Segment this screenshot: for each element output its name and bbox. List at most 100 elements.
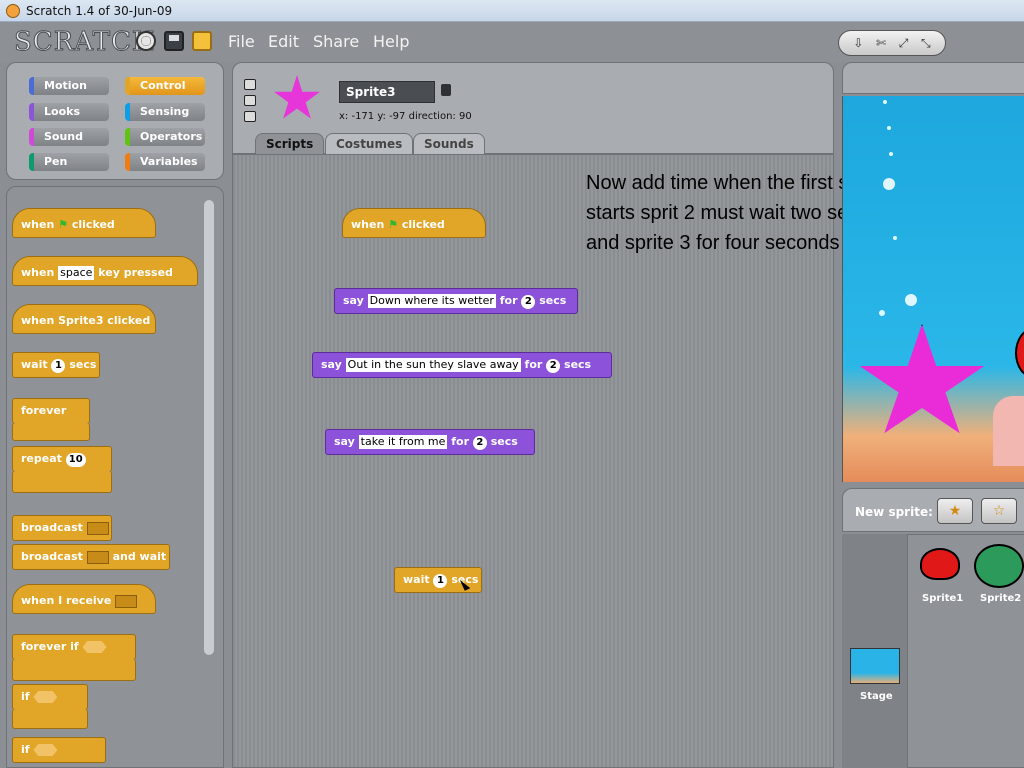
stage[interactable] xyxy=(842,96,1024,482)
green-flag-icon: ⚑ xyxy=(388,218,399,231)
sprite2-thumbnail[interactable] xyxy=(974,544,1024,588)
sprite-name-field[interactable]: Sprite3 xyxy=(339,81,435,103)
rotation-flip-icon[interactable] xyxy=(244,95,256,106)
script-say-block-2[interactable]: say Out in the sun they slave away for 2… xyxy=(312,352,612,378)
category-variables[interactable]: Variables xyxy=(125,153,205,171)
when-key-pressed-block[interactable]: when space key pressed xyxy=(12,256,198,286)
wait-secs-block[interactable]: wait 1 secs xyxy=(12,352,100,378)
if-block[interactable]: if xyxy=(12,684,88,710)
window-titlebar: Scratch 1.4 of 30-Jun-09 xyxy=(0,0,1024,22)
broadcast-block[interactable]: broadcast xyxy=(12,515,112,541)
block-label: when xyxy=(21,266,55,279)
say-text-input[interactable]: Down where its wetter xyxy=(367,294,496,308)
condition-slot[interactable] xyxy=(33,691,58,703)
duplicate-tool-icon[interactable]: ⇩ xyxy=(853,36,863,50)
category-motion[interactable]: Motion xyxy=(29,77,109,95)
block-label: if xyxy=(21,690,30,703)
delete-scissors-icon[interactable]: ✄ xyxy=(876,36,886,50)
repeat-block[interactable]: repeat 10 xyxy=(12,446,112,472)
menu-file[interactable]: File xyxy=(228,32,255,51)
condition-slot[interactable] xyxy=(82,641,107,653)
broadcast-dropdown[interactable] xyxy=(86,521,109,535)
script-when-flag-clicked[interactable]: when ⚑ clicked xyxy=(342,208,486,238)
category-pen[interactable]: Pen xyxy=(29,153,109,171)
grow-tool-icon[interactable]: ⤢ xyxy=(899,36,909,51)
forever-if-block-bottom xyxy=(12,659,136,681)
key-dropdown[interactable]: space xyxy=(58,266,95,280)
block-label: clicked xyxy=(71,218,115,231)
save-disk-icon[interactable] xyxy=(164,31,184,51)
repeat-input[interactable]: 10 xyxy=(65,453,86,467)
block-label: say xyxy=(334,435,355,448)
block-label: for xyxy=(451,435,470,448)
script-say-block-3[interactable]: say take it from me for 2 secs xyxy=(325,429,535,455)
when-i-receive-block[interactable]: when I receive xyxy=(12,584,156,614)
new-sprite-label: New sprite: xyxy=(855,505,933,519)
bubble xyxy=(887,126,891,130)
if-block-bottom xyxy=(12,709,88,729)
say-secs-input[interactable]: 2 xyxy=(472,436,487,450)
tab-costumes[interactable]: Costumes xyxy=(325,133,414,155)
lock-icon[interactable] xyxy=(441,84,451,96)
category-control[interactable]: Control xyxy=(125,77,205,95)
bubble xyxy=(883,178,895,190)
script-say-block-1[interactable]: say Down where its wetter for 2 secs xyxy=(334,288,578,314)
broadcast-and-wait-block[interactable]: broadcast and wait xyxy=(12,544,170,570)
block-label: repeat xyxy=(21,452,62,465)
wait-input[interactable]: 1 xyxy=(51,359,66,373)
bubble xyxy=(893,236,897,240)
tab-scripts[interactable]: Scripts xyxy=(255,133,325,155)
category-sound[interactable]: Sound xyxy=(29,128,109,146)
say-text-input[interactable]: Out in the sun they slave away xyxy=(345,358,521,372)
scratch-logo: SCRATCH xyxy=(14,27,156,58)
menu-help[interactable]: Help xyxy=(373,32,409,51)
sprite1-label: Sprite1 xyxy=(922,593,964,604)
language-globe-icon[interactable] xyxy=(136,31,156,51)
say-secs-input[interactable]: 2 xyxy=(546,359,561,373)
block-label: key pressed xyxy=(98,266,173,279)
wait-input[interactable]: 1 xyxy=(433,574,448,588)
category-operators[interactable]: Operators xyxy=(125,128,205,146)
coral xyxy=(993,396,1024,466)
block-label: when xyxy=(351,218,385,231)
menu-edit[interactable]: Edit xyxy=(268,32,299,51)
stage-thumbnail[interactable] xyxy=(850,648,900,684)
block-label: secs xyxy=(564,358,592,371)
block-label: broadcast xyxy=(21,521,83,534)
broadcast-wait-dropdown[interactable] xyxy=(86,550,109,564)
if-else-block[interactable]: if xyxy=(12,737,106,763)
say-text-input[interactable]: take it from me xyxy=(358,435,448,449)
sprite1-thumbnail[interactable] xyxy=(920,548,960,580)
shrink-tool-icon[interactable]: ⤡ xyxy=(921,36,931,51)
category-looks[interactable]: Looks xyxy=(29,103,109,121)
when-sprite-clicked-block[interactable]: when Sprite3 clicked xyxy=(12,304,156,334)
block-label: secs xyxy=(69,358,97,371)
sprite-coordinates: x: -171 y: -97 direction: 90 xyxy=(339,111,472,122)
tab-sounds[interactable]: Sounds xyxy=(413,133,485,155)
script-wait-block[interactable]: wait 1 secs xyxy=(394,567,482,593)
when-flag-clicked-block[interactable]: when ⚑ clicked xyxy=(12,208,156,238)
bubble xyxy=(905,294,917,306)
receive-dropdown[interactable] xyxy=(115,594,138,608)
red-fish-sprite[interactable] xyxy=(1015,328,1024,378)
choose-sprite-button[interactable]: ☆ xyxy=(981,498,1017,524)
share-project-icon[interactable] xyxy=(192,31,212,51)
sprite2-label: Sprite2 xyxy=(980,593,1022,604)
scratch-cat-icon xyxy=(6,3,20,18)
rotation-none-icon[interactable] xyxy=(244,111,256,122)
category-sensing[interactable]: Sensing xyxy=(125,103,205,121)
menu-share[interactable]: Share xyxy=(313,32,359,51)
palette-scrollbar[interactable] xyxy=(204,200,214,655)
starfish-sprite[interactable] xyxy=(859,324,985,434)
condition-slot[interactable] xyxy=(33,744,58,756)
block-label: for xyxy=(524,358,543,371)
say-secs-input[interactable]: 2 xyxy=(521,295,536,309)
bubble xyxy=(883,100,887,104)
paint-sprite-button[interactable]: ★ xyxy=(937,498,973,524)
forever-if-block[interactable]: forever if xyxy=(12,634,136,660)
rotation-full-icon[interactable] xyxy=(244,79,256,90)
block-label: forever if xyxy=(21,640,79,653)
block-label: for xyxy=(499,294,518,307)
forever-block[interactable]: forever xyxy=(12,398,90,424)
stage-toolbar xyxy=(842,62,1024,94)
